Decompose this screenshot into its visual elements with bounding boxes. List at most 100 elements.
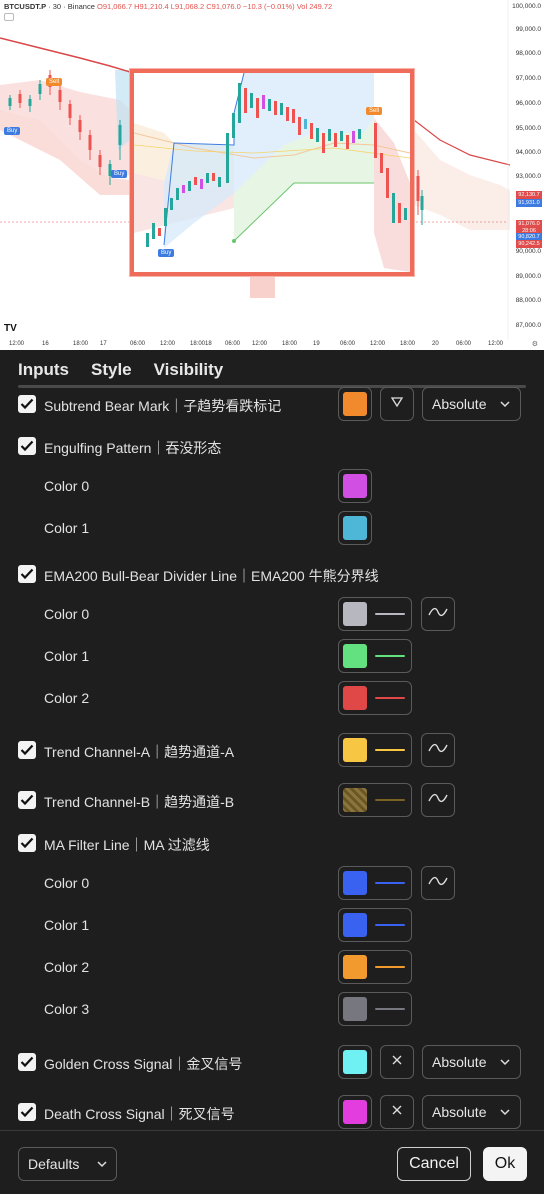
row-label: Trend Channel-B｜趋势通道-B	[44, 794, 235, 810]
style-row-ma-c0: Color 0	[0, 865, 544, 901]
engulfing-checkbox[interactable]	[18, 437, 36, 455]
location-value: Absolute	[432, 1104, 487, 1120]
line-style-swatch[interactable]	[338, 733, 412, 767]
line-type-button[interactable]	[421, 866, 455, 900]
price-tag: 90,242.5	[516, 240, 542, 248]
wave-line-icon	[427, 605, 449, 624]
line-style-swatch[interactable]	[338, 681, 412, 715]
shape-button[interactable]	[380, 1095, 414, 1129]
time-axis-label: 06:00	[225, 341, 241, 347]
style-row-ema200-c1: Color 1	[0, 638, 544, 674]
ok-button[interactable]: Ok	[483, 1147, 527, 1181]
price-axis-label: 94,000.0	[515, 149, 541, 156]
location-select[interactable]: Absolute	[422, 387, 521, 421]
row-label: Color 3	[44, 1001, 90, 1017]
line-style-swatch[interactable]	[338, 908, 412, 942]
ma-filter-checkbox[interactable]	[18, 834, 36, 852]
defaults-dropdown[interactable]: Defaults	[18, 1147, 117, 1181]
exchange: Binance	[67, 2, 95, 11]
interval[interactable]: 30	[53, 2, 61, 11]
settings-gear-icon[interactable]: ⚙	[532, 340, 538, 348]
line-style-swatch[interactable]	[338, 639, 412, 673]
color-swatch[interactable]	[338, 1095, 372, 1129]
color-fill	[343, 738, 367, 762]
color-swatch[interactable]	[338, 469, 372, 503]
color-fill	[343, 644, 367, 668]
chevron-down-icon	[500, 401, 510, 408]
subtrend-bear-checkbox[interactable]	[18, 395, 36, 413]
location-select[interactable]: Absolute	[422, 1045, 521, 1079]
shape-button[interactable]	[380, 387, 414, 421]
style-row-trend-a: Trend Channel-A｜趋势通道-A	[0, 732, 544, 768]
row-label: Color 1	[44, 917, 90, 933]
location-select[interactable]: Absolute	[422, 1095, 521, 1129]
tab-visibility[interactable]: Visibility	[154, 360, 224, 386]
chevron-down-icon	[500, 1059, 510, 1066]
chart-area[interactable]: BTCUSDT.P · 30 · Binance O91,066.7 H91,2…	[0, 0, 544, 350]
row-label: Trend Channel-A｜趋势通道-A	[44, 744, 235, 760]
time-axis-label: 18:00	[400, 341, 416, 347]
style-row-trend-b: Trend Channel-B｜趋势通道-B	[0, 782, 544, 818]
price-axis-label: 100,000.0	[512, 3, 541, 10]
style-row-ema200-c0: Color 0	[0, 596, 544, 632]
line-style-swatch[interactable]	[338, 597, 412, 631]
collapse-legend-button[interactable]	[4, 13, 14, 21]
color-fill	[343, 602, 367, 626]
color-fill	[343, 474, 367, 498]
color-swatch[interactable]	[338, 387, 372, 421]
defaults-label: Defaults	[28, 1156, 80, 1172]
death-cross-checkbox[interactable]	[18, 1103, 36, 1121]
line-type-button[interactable]	[421, 783, 455, 817]
line-style-swatch[interactable]	[338, 783, 412, 817]
price-axis-label: 87,000.0	[515, 322, 541, 329]
x-cross-icon	[391, 1103, 403, 1121]
time-axis-label: 12:00	[370, 341, 386, 347]
style-row-engulfing: Engulfing Pattern｜吞没形态	[0, 428, 544, 464]
chart-header: BTCUSDT.P · 30 · Binance O91,066.7 H91,2…	[4, 2, 332, 23]
line-preview	[375, 966, 405, 968]
row-label: Color 2	[44, 959, 90, 975]
tradingview-logo[interactable]: TV	[4, 323, 17, 334]
time-axis-label: 12:00	[488, 341, 504, 347]
cancel-button[interactable]: Cancel	[397, 1147, 471, 1181]
color-fill	[343, 788, 367, 812]
price-axis-label: 98,000.0	[515, 50, 541, 57]
row-label: Golden Cross Signal｜金叉信号	[44, 1056, 243, 1072]
time-axis-label: 17	[100, 341, 107, 347]
style-row-ma-c2: Color 2	[0, 949, 544, 985]
time-axis-label: 06:00	[456, 341, 472, 347]
price-axis[interactable]: 100,000.0 99,000.0 98,000.0 97,000.0 96,000.…	[508, 0, 544, 340]
trend-b-checkbox[interactable]	[18, 791, 36, 809]
price-axis-label: 97,000.0	[515, 75, 541, 82]
color-swatch[interactable]	[338, 1045, 372, 1079]
line-type-button[interactable]	[421, 597, 455, 631]
ema200-checkbox[interactable]	[18, 565, 36, 583]
style-row-engulfing-c0: Color 0	[0, 468, 544, 504]
symbol-name[interactable]: BTCUSDT.P	[4, 2, 46, 11]
tab-inputs[interactable]: Inputs	[18, 360, 69, 386]
price-tag: 91,931.0	[516, 199, 542, 207]
indicator-settings-panel: Inputs Style Visibility Subtrend Bear Ma…	[0, 350, 544, 1194]
color-fill	[343, 871, 367, 895]
line-style-swatch[interactable]	[338, 992, 412, 1026]
tab-style[interactable]: Style	[91, 360, 132, 388]
time-axis-label: 06:00	[130, 341, 146, 347]
line-type-button[interactable]	[421, 733, 455, 767]
shape-button[interactable]	[380, 1045, 414, 1079]
time-axis-label: 19	[313, 341, 320, 347]
sell-signal: Sell	[366, 107, 383, 115]
line-preview	[375, 749, 405, 751]
trend-a-checkbox[interactable]	[18, 741, 36, 759]
triangle-down-icon	[390, 395, 404, 413]
color-swatch[interactable]	[338, 511, 372, 545]
row-label: Color 0	[44, 606, 90, 622]
location-value: Absolute	[432, 1054, 487, 1070]
style-row-engulfing-c1: Color 1	[0, 510, 544, 546]
row-label: Color 2	[44, 690, 90, 706]
line-style-swatch[interactable]	[338, 866, 412, 900]
price-axis-label: 89,000.0	[515, 273, 541, 280]
golden-cross-checkbox[interactable]	[18, 1053, 36, 1071]
line-style-swatch[interactable]	[338, 950, 412, 984]
ohlc-readout: O91,066.7 H91,210.4 L91,068.2 C91,076.0 …	[96, 2, 333, 11]
inset-chart-canvas	[134, 73, 410, 272]
